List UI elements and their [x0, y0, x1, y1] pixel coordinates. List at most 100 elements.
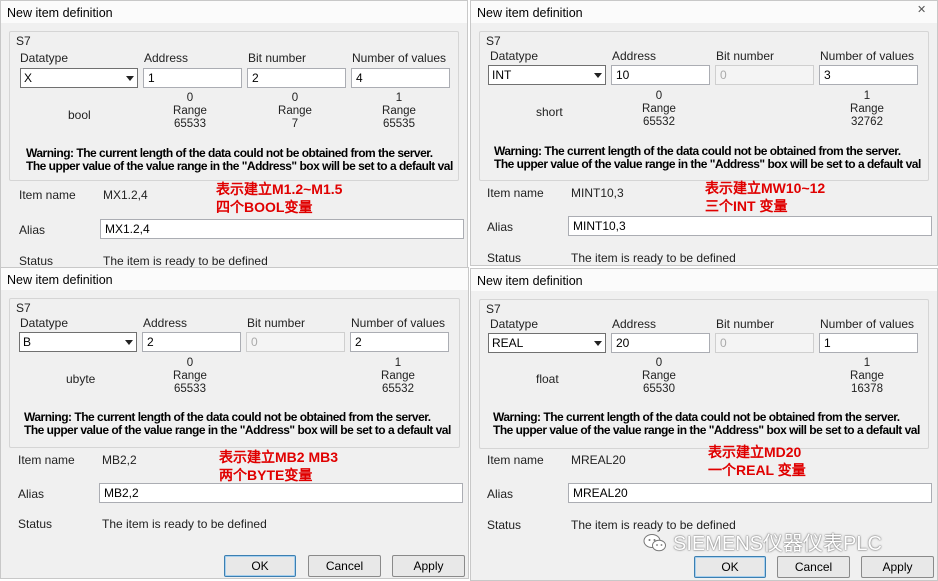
- datatype-value: REAL: [492, 336, 524, 350]
- range-max: 16378: [851, 383, 883, 395]
- chevron-down-icon: [125, 340, 133, 345]
- datatype-select[interactable]: B: [19, 332, 137, 352]
- item-name-label: Item name: [487, 453, 544, 467]
- address-input[interactable]: 20: [611, 333, 710, 353]
- title-bar: New item definition: [471, 269, 937, 291]
- address-input[interactable]: 2: [142, 332, 241, 352]
- dialog-top-left: New item definition S7 Datatype Address …: [0, 0, 468, 268]
- range-min: 1: [863, 357, 871, 369]
- datatype-value: B: [23, 335, 32, 349]
- status-text: The item is ready to be defined: [571, 251, 736, 265]
- bit-number-label: Bit number: [248, 51, 307, 65]
- warning-line-2: The upper value of the value range in th…: [493, 423, 920, 437]
- datatype-select[interactable]: REAL: [488, 333, 606, 353]
- range-min: 0: [655, 357, 663, 369]
- address-label: Address: [612, 317, 657, 331]
- warning-line-1: Warning: The current length of the data …: [493, 410, 900, 424]
- chevron-down-icon: [126, 76, 134, 81]
- wechat-icon: [643, 534, 666, 552]
- item-name-value: MX1.2,4: [103, 188, 148, 202]
- range-min: 0: [186, 92, 194, 104]
- cancel-button[interactable]: Cancel: [308, 555, 381, 577]
- number-of-values-input[interactable]: 2: [350, 332, 449, 352]
- item-name-value: MREAL20: [571, 453, 626, 467]
- chevron-down-icon: [594, 341, 602, 346]
- alias-input[interactable]: MINT10,3: [568, 216, 932, 236]
- range-min: 0: [186, 357, 194, 369]
- bit-number-input[interactable]: 0: [715, 333, 814, 353]
- warning-line-1: Warning: The current length of the data …: [24, 410, 431, 424]
- datatype-label: Datatype: [490, 49, 539, 63]
- warning-line-2: The upper value of the value range in th…: [24, 423, 451, 437]
- annotation-line-2: 一个REAL 变量: [708, 462, 806, 478]
- warning-line-1: Warning: The current length of the data …: [494, 144, 901, 158]
- range-label: Range: [278, 105, 312, 117]
- dialog-title: New item definition: [477, 6, 583, 20]
- number-of-values-input[interactable]: 3: [819, 65, 918, 85]
- item-name-label: Item name: [487, 186, 544, 200]
- apply-button[interactable]: Apply: [861, 556, 934, 578]
- bit-number-label: Bit number: [716, 49, 775, 63]
- status-label: Status: [487, 518, 522, 532]
- close-icon[interactable]: ✕: [917, 5, 927, 16]
- range-label: Range: [850, 370, 884, 382]
- alias-label: Alias: [19, 223, 46, 237]
- watermark: SIEMENS仪器仪表PLC: [643, 527, 882, 556]
- address-range: 0 Range 65533: [160, 92, 220, 131]
- range-min: 1: [395, 92, 403, 104]
- number-of-values-label: Number of values: [820, 49, 915, 63]
- address-range: 0 Range 65532: [629, 90, 689, 129]
- number-of-values-input[interactable]: 1: [819, 333, 918, 353]
- alias-label: Alias: [487, 487, 514, 501]
- alias-input[interactable]: MB2,2: [99, 483, 463, 503]
- status-text: The item is ready to be defined: [102, 517, 267, 531]
- range-max: 65535: [383, 118, 415, 130]
- range-min: 0: [655, 90, 663, 102]
- address-label: Address: [144, 51, 189, 65]
- number-of-values-input[interactable]: 4: [351, 68, 450, 88]
- annotation-line-1: 表示建立MD20: [708, 444, 802, 460]
- address-label: Address: [143, 316, 188, 330]
- range-max: 65533: [174, 383, 206, 395]
- count-range: 1 Range 16378: [837, 357, 897, 396]
- dialog-title: New item definition: [7, 6, 113, 20]
- number-of-values-label: Number of values: [820, 317, 915, 331]
- range-min: 0: [291, 92, 299, 104]
- bit-number-input[interactable]: 2: [247, 68, 346, 88]
- range-label: Range: [642, 103, 676, 115]
- type-name: bool: [68, 108, 91, 122]
- status-label: Status: [487, 251, 522, 265]
- ok-button[interactable]: OK: [224, 555, 296, 577]
- title-bar: New item definition ✕: [471, 1, 937, 23]
- bit-number-input[interactable]: 0: [715, 65, 814, 85]
- bit-number-input[interactable]: 0: [246, 332, 345, 352]
- cancel-button[interactable]: Cancel: [777, 556, 850, 578]
- address-input[interactable]: 10: [611, 65, 710, 85]
- warning-line-2: The upper value of the value range in th…: [26, 159, 453, 173]
- alias-input[interactable]: MREAL20: [568, 483, 932, 503]
- watermark-text: SIEMENS仪器仪表PLC: [673, 533, 882, 555]
- datatype-label: Datatype: [490, 317, 539, 331]
- range-max: 65533: [174, 118, 206, 130]
- alias-input[interactable]: MX1.2,4: [100, 219, 464, 239]
- range-max: 65532: [382, 383, 414, 395]
- range-min: 1: [863, 90, 871, 102]
- address-label: Address: [612, 49, 657, 63]
- s7-group: S7 Datatype Address Bit number Number of…: [479, 31, 929, 181]
- address-input[interactable]: 1: [143, 68, 242, 88]
- ok-button[interactable]: OK: [694, 556, 766, 578]
- apply-button[interactable]: Apply: [392, 555, 465, 577]
- annotation-line-2: 三个INT 变量: [705, 198, 788, 214]
- datatype-select[interactable]: X: [20, 68, 138, 88]
- item-name-value: MB2,2: [102, 453, 137, 467]
- annotation-line-1: 表示建立MW10~12: [705, 180, 826, 196]
- type-name: short: [536, 105, 563, 119]
- bit-number-label: Bit number: [247, 316, 306, 330]
- status-label: Status: [18, 517, 53, 531]
- range-label: Range: [642, 370, 676, 382]
- annotation-line-1: 表示建立MB2 MB3: [219, 449, 339, 465]
- dialog-title: New item definition: [7, 273, 113, 287]
- range-label: Range: [381, 370, 415, 382]
- bit-number-label: Bit number: [716, 317, 775, 331]
- datatype-select[interactable]: INT: [488, 65, 606, 85]
